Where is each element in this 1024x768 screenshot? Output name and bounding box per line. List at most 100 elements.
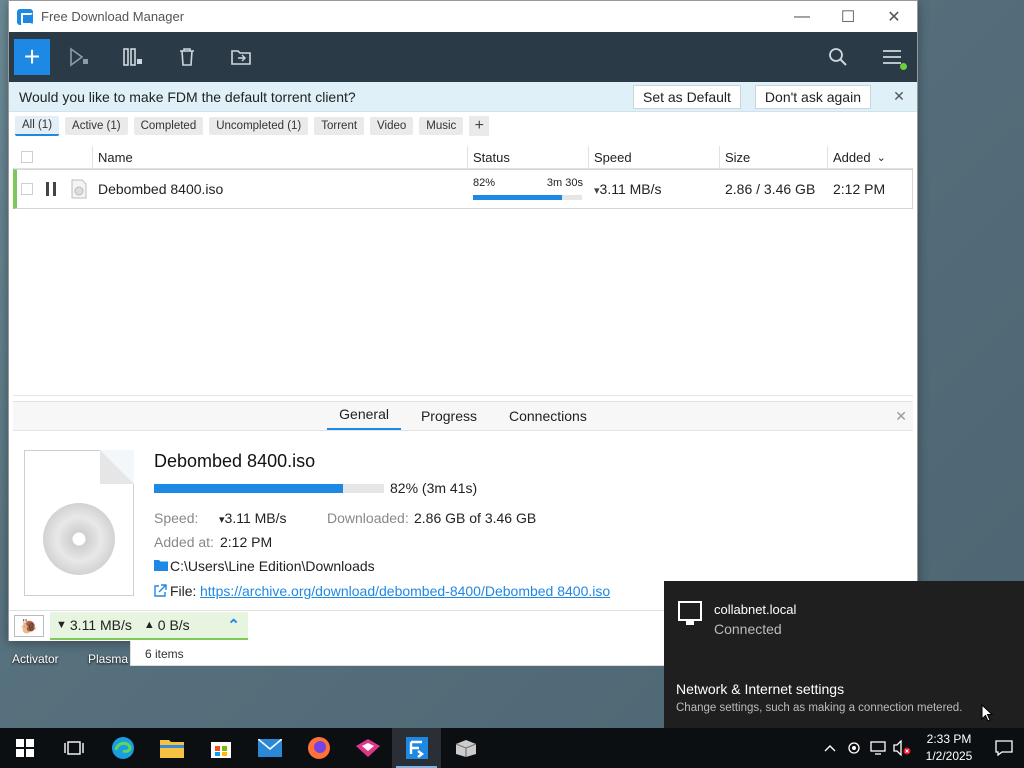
trash-icon — [180, 48, 194, 66]
toolbar: + — [9, 32, 917, 82]
desktop-icon-plasma[interactable]: Plasma — [88, 652, 128, 666]
taskbar: 2:33 PM 1/2/2025 — [0, 728, 1024, 768]
delete-button[interactable] — [162, 32, 212, 82]
taskbar-clock[interactable]: 2:33 PM 1/2/2025 — [914, 731, 984, 765]
folder-icon — [154, 559, 168, 571]
items-count-bar: 6 items — [130, 641, 666, 666]
file-preview-icon — [24, 450, 134, 596]
chevron-up-icon[interactable]: ⌃ — [227, 616, 240, 634]
tab-progress[interactable]: Progress — [409, 408, 489, 430]
table-row[interactable]: Debombed 8400.iso 82% 3m 30s ▾3.11 MB/s … — [13, 169, 913, 209]
row-speed: ▾3.11 MB/s — [589, 181, 720, 197]
add-filter-button[interactable]: + — [469, 116, 490, 136]
notification-center-icon[interactable] — [984, 728, 1024, 768]
maximize-button[interactable]: ☐ — [825, 1, 871, 32]
column-added[interactable]: Added ⌄ — [828, 146, 913, 169]
minimize-button[interactable]: — — [779, 1, 825, 32]
network-flyout: collabnet.local Connected Network & Inte… — [664, 581, 1024, 728]
details-tabs: General Progress Connections ✕ — [13, 402, 913, 431]
add-download-button[interactable]: + — [14, 39, 50, 75]
downloaded-label: Downloaded: — [327, 510, 409, 526]
fdm-window: Free Download Manager — ☐ ✕ + Would you … — [8, 0, 918, 641]
clock-time: 2:33 PM — [926, 732, 972, 746]
tab-connections[interactable]: Connections — [497, 408, 599, 430]
network-settings-link[interactable]: Network & Internet settings — [676, 681, 844, 697]
iso-file-icon — [71, 179, 87, 199]
pause-button[interactable] — [108, 32, 158, 82]
search-button[interactable] — [813, 32, 863, 82]
row-controls — [17, 179, 93, 199]
default-client-banner: Would you like to make FDM the default t… — [9, 82, 917, 112]
game-icon[interactable] — [343, 728, 392, 768]
network-computer-icon — [678, 601, 702, 625]
volume-muted-icon[interactable] — [890, 728, 914, 768]
row-checkbox[interactable] — [21, 183, 33, 195]
filter-video[interactable]: Video — [370, 117, 414, 135]
speed-value-text: 3.11 MB/s — [224, 510, 287, 526]
row-pause-icon[interactable] — [45, 182, 57, 196]
row-status-eta: 3m 30s — [546, 177, 583, 189]
column-added-label: Added — [833, 149, 871, 165]
fdm-logo-icon — [17, 8, 33, 25]
chevron-up-tray-icon[interactable] — [818, 728, 842, 768]
resume-button[interactable] — [54, 32, 104, 82]
set-as-default-button[interactable]: Set as Default — [632, 84, 741, 109]
details-close-icon[interactable]: ✕ — [895, 408, 907, 425]
filter-music[interactable]: Music — [419, 117, 464, 135]
network-name[interactable]: collabnet.local — [714, 602, 796, 617]
filter-bar: All (1) Active (1) Completed Uncompleted… — [9, 112, 917, 140]
online-indicator — [900, 63, 907, 70]
download-speed: 3.11 MB/s — [69, 617, 132, 633]
table-header: Name Status Speed Size Added ⌄ — [13, 145, 913, 169]
sort-desc-icon: ⌄ — [876, 151, 886, 164]
row-name: Debombed 8400.iso — [98, 181, 224, 197]
network-tray-icon[interactable] — [866, 728, 890, 768]
main-menu-button[interactable] — [867, 32, 917, 82]
tab-general[interactable]: General — [327, 406, 401, 430]
mail-icon[interactable] — [245, 728, 294, 768]
folder-arrow-icon — [231, 50, 251, 65]
row-size: 2.86 / 3.46 GB — [725, 181, 816, 197]
upload-arrow-icon: ▲ — [143, 619, 155, 631]
system-tray: 2:33 PM 1/2/2025 — [818, 728, 1024, 768]
title-bar[interactable]: Free Download Manager — ☐ ✕ — [9, 1, 917, 32]
edge-icon[interactable] — [98, 728, 147, 768]
select-all-checkbox[interactable] — [21, 151, 33, 163]
column-status[interactable]: Status — [468, 145, 589, 169]
details-progress-bar — [154, 484, 384, 493]
clock-date: 1/2/2025 — [925, 749, 973, 763]
folder-path-link[interactable]: C:\Users\Line Edition\Downloads — [170, 558, 375, 574]
filter-completed[interactable]: Completed — [133, 117, 204, 135]
speed-summary[interactable]: ▼ 3.11 MB/s ▲ 0 B/s ⌃ — [50, 612, 248, 640]
close-button[interactable]: ✕ — [871, 1, 917, 32]
items-count: 6 items — [145, 647, 184, 661]
mouse-cursor-icon — [981, 704, 993, 722]
task-view-icon[interactable] — [49, 728, 98, 768]
column-name[interactable]: Name — [93, 145, 468, 169]
speed-label: Speed: — [154, 510, 199, 526]
speed-mode-button[interactable]: 🐌 — [14, 615, 44, 637]
downloads-list-area[interactable] — [13, 211, 913, 396]
app-icon[interactable] — [441, 728, 490, 768]
row-progress-bar — [473, 195, 582, 200]
filter-uncompleted[interactable]: Uncompleted (1) — [209, 117, 309, 135]
filter-all[interactable]: All (1) — [15, 116, 60, 136]
firefox-icon[interactable] — [294, 728, 343, 768]
banner-close-icon[interactable]: ✕ — [885, 88, 913, 105]
desktop-icon-activator[interactable]: Activator — [12, 652, 59, 666]
fdm-icon[interactable] — [392, 728, 441, 768]
hamburger-menu-icon — [883, 50, 901, 64]
column-size[interactable]: Size — [720, 145, 828, 169]
store-icon[interactable] — [196, 728, 245, 768]
windows-start-icon[interactable] — [0, 728, 49, 768]
webcam-icon[interactable] — [842, 728, 866, 768]
move-to-folder-button[interactable] — [216, 32, 266, 82]
file-url-link[interactable]: https://archive.org/download/debombed-84… — [200, 583, 610, 599]
dont-ask-again-button[interactable]: Don't ask again — [754, 84, 871, 109]
filter-torrent[interactable]: Torrent — [314, 117, 365, 135]
details-file-name: Debombed 8400.iso — [154, 451, 316, 471]
filter-active[interactable]: Active (1) — [65, 117, 128, 135]
added-label: Added at: — [154, 534, 214, 550]
column-speed[interactable]: Speed — [589, 145, 720, 169]
file-explorer-icon[interactable] — [147, 728, 196, 768]
